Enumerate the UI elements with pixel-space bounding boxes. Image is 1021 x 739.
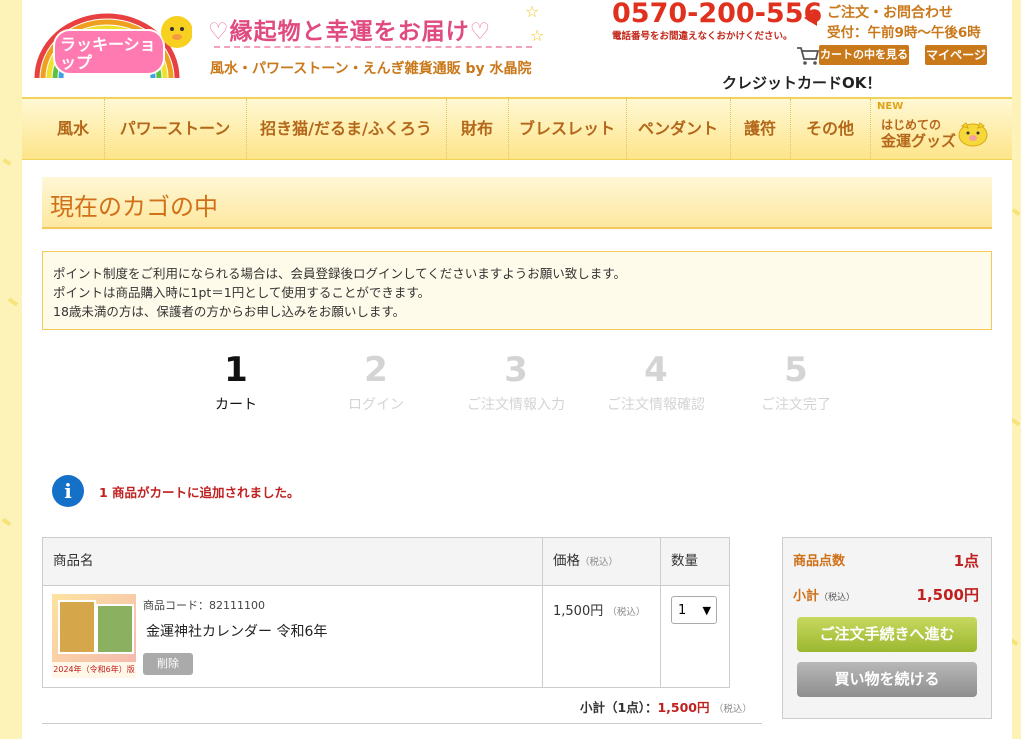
step-order-info: 3 ご注文情報入力	[446, 350, 586, 414]
page-title: 現在のカゴの中	[50, 193, 218, 221]
nav-item-maneki[interactable]: 招き猫/だるま/ふくろう	[246, 99, 447, 159]
heart-icon: ♡	[469, 19, 492, 45]
cart-subtotal-tax: （税込）	[713, 704, 752, 715]
calendar-page	[96, 604, 134, 654]
step-cart: 1 カート	[166, 350, 306, 414]
product-price-value: 1,500円	[553, 604, 604, 619]
step-number: 1	[224, 350, 248, 390]
step-order-confirm: 4 ご注文情報確認	[586, 350, 726, 414]
header-quantity: 数量	[671, 553, 698, 569]
product-name[interactable]: 金運神社カレンダー 令和6年	[146, 621, 327, 641]
header-price: 価格（税込）	[553, 538, 618, 585]
logo-text: ラッキーショップ	[60, 35, 156, 72]
step-label: ご注文情報確認	[607, 397, 705, 413]
nav-item-bracelet[interactable]: ブレスレット	[508, 99, 627, 159]
tagline-title: ♡縁起物と幸運をお届け♡	[208, 12, 491, 46]
summary-count-value: 1点	[953, 552, 979, 570]
notice-line: 18歳未満の方は、保護者の方からお申し込みをお願いします。	[53, 304, 406, 319]
tagline-underline	[214, 46, 532, 52]
continue-shopping-button[interactable]: 買い物を続ける	[797, 662, 977, 697]
summary-subtotal-tax: （税込）	[819, 593, 856, 603]
notice-line: ポイント制度をご利用になられる場合は、会員登録後ログインしてくださいますようお願…	[53, 266, 627, 281]
nav-special-line2: 金運グッズ	[881, 132, 957, 150]
contact-label: ご注文・お問合わせ	[827, 5, 953, 21]
quantity-select[interactable]: 1 ▼	[671, 596, 717, 624]
header-price-tax: （税込）	[580, 557, 619, 568]
summary-count-label: 商品点数	[793, 554, 846, 569]
product-image[interactable]: 2024年（令和6年）版	[52, 594, 136, 678]
nav-item-wallet[interactable]: 財布	[446, 99, 509, 159]
step-number: 2	[364, 350, 388, 390]
confetti	[1011, 208, 1021, 216]
cart-icon[interactable]	[796, 46, 820, 66]
star-icon: ☆	[530, 26, 545, 45]
nav-item-fusui[interactable]: 風水	[42, 99, 105, 159]
heart-icon: ♡	[208, 19, 230, 45]
view-cart-button[interactable]: カートの中を見る	[819, 45, 909, 65]
step-number: 4	[644, 350, 668, 390]
contact-hours: 受付：午前9時～午後6時	[827, 25, 981, 41]
phone-note: 電話番号をお間違えなくおかけください。	[612, 31, 793, 42]
nav-item-other[interactable]: その他	[790, 99, 871, 159]
order-summary: 商品点数 1点 小計（税込） 1,500円 ご注文手続きへ進む 買い物を続ける	[782, 537, 992, 719]
step-login: 2 ログイン	[306, 350, 446, 414]
product-price: 1,500円 （税込）	[553, 600, 645, 619]
summary-subtotal-value: 1,500円	[916, 586, 979, 604]
calendar-page	[58, 600, 96, 654]
page: ラッキーショップ ♡縁起物と幸運をお届け♡ ☆ ☆ 風水・パワーストーン・えんぎ…	[22, 0, 1012, 739]
cart-subtotal: 小計（1点）：1,500円 （税込）	[580, 697, 752, 716]
pig-icon	[958, 122, 988, 147]
tagline-title-text: 縁起物と幸運をお届け	[229, 19, 470, 45]
checkout-button[interactable]: ご注文手続きへ進む	[797, 617, 977, 652]
cart-subtotal-amount: 1,500円	[657, 700, 710, 715]
header-price-label: 価格	[553, 553, 580, 569]
confetti	[2, 158, 12, 166]
confetti	[7, 297, 19, 307]
delete-button[interactable]: 削除	[143, 653, 193, 675]
notice-line: ポイントは商品購入時に1pt＝1円として使用することができます。	[53, 285, 431, 300]
step-label: ログイン	[348, 397, 404, 413]
product-price-tax: （税込）	[607, 607, 646, 618]
notice-box: ポイント制度をご利用になられる場合は、会員登録後ログインしてくださいますようお願…	[42, 251, 992, 330]
step-number: 3	[504, 350, 528, 390]
step-number: 5	[784, 350, 808, 390]
step-label: ご注文情報入力	[467, 397, 565, 413]
table-header: 商品名 価格（税込） 数量	[43, 538, 729, 586]
mypage-button[interactable]: マイページ	[925, 45, 987, 65]
new-badge: NEW	[877, 101, 904, 112]
nav-item-pendant[interactable]: ペンダント	[626, 99, 731, 159]
quantity-value: 1	[678, 603, 687, 618]
phone-number[interactable]: 0570-200-556	[612, 0, 822, 29]
tagline-subtitle: 風水・パワーストーン・えんぎ雑貨通販 by 水晶院	[210, 61, 532, 77]
product-image-caption: 2024年（令和6年）版	[52, 662, 136, 678]
arrow-left-icon	[804, 10, 817, 26]
nav-item-gofu[interactable]: 護符	[730, 99, 791, 159]
product-code: 商品コード：82111100	[143, 599, 265, 612]
column-divider	[660, 538, 661, 687]
summary-subtotal-text: 小計	[793, 589, 820, 604]
cart-table: 商品名 価格（税込） 数量 2024年（令和6年）版 商品コード：8211110…	[42, 537, 730, 688]
chevron-down-icon: ▼	[702, 604, 711, 617]
page-title-bar: 現在のカゴの中	[42, 177, 992, 229]
credit-card-ok: クレジットカードOK！	[722, 74, 882, 92]
step-label: ご注文完了	[761, 397, 831, 413]
star-icon: ☆	[525, 2, 540, 21]
cart-subtotal-label: 小計（1点）：	[580, 700, 658, 715]
step-complete: 5 ご注文完了	[726, 350, 866, 414]
column-divider	[542, 538, 543, 687]
added-to-cart-message: 1 商品がカートに追加されました。	[99, 485, 300, 500]
confetti	[1, 517, 12, 527]
info-icon: i	[52, 475, 84, 507]
divider	[42, 723, 762, 724]
category-nav: 風水 パワーストーン 招き猫/だるま/ふくろう 財布 ブレスレット ペンダント …	[22, 97, 1012, 160]
confetti	[1010, 417, 1021, 427]
header-product-name: 商品名	[53, 553, 94, 569]
nav-item-powerstone[interactable]: パワーストーン	[104, 99, 247, 159]
step-label: カート	[215, 397, 257, 413]
summary-subtotal-label: 小計（税込）	[793, 585, 855, 604]
